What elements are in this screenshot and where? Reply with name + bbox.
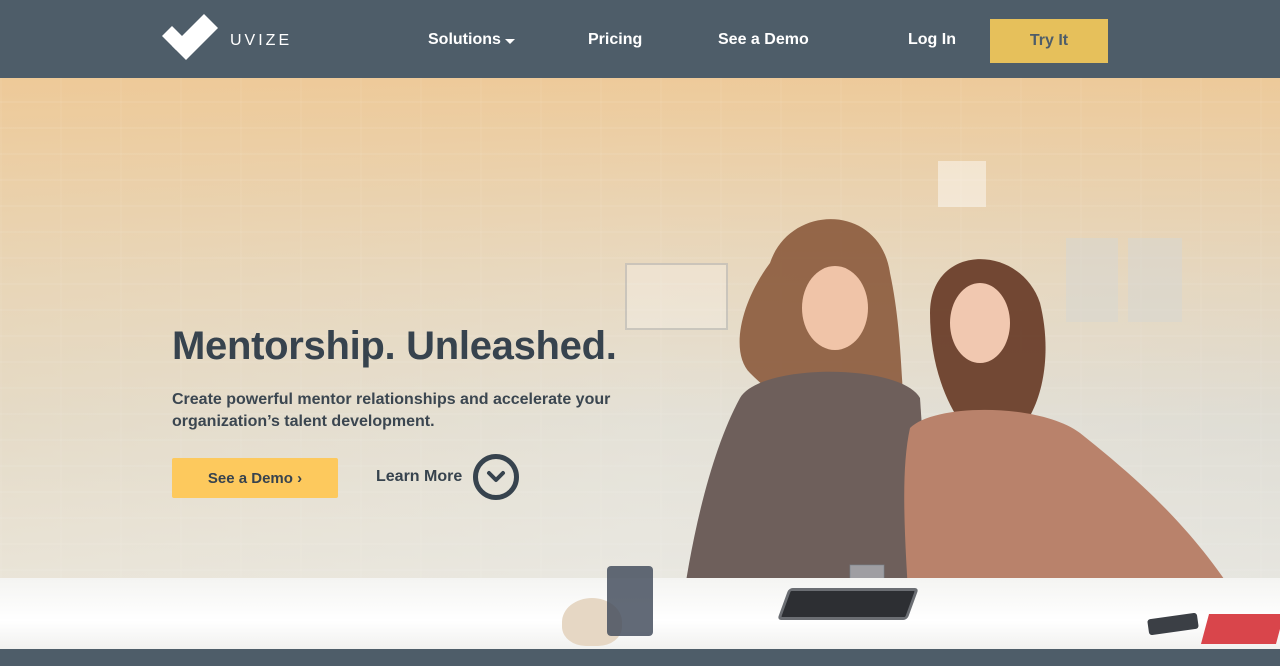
red-tray xyxy=(1200,614,1280,644)
nav-pricing[interactable]: Pricing xyxy=(588,29,642,51)
hero-content: Mentorship. Unleashed. Create powerful m… xyxy=(172,321,692,500)
uvize-logo-icon xyxy=(160,14,222,62)
nav-solutions[interactable]: Solutions xyxy=(428,29,515,51)
top-navbar: UVIZE Solutions Pricing See a Demo Log I… xyxy=(0,0,1280,78)
nav-log-in[interactable]: Log In xyxy=(908,29,956,51)
hero-subtitle: Create powerful mentor relationships and… xyxy=(172,391,611,430)
caret-down-icon xyxy=(504,38,515,44)
brand-logo[interactable]: UVIZE xyxy=(160,14,292,62)
see-a-demo-button[interactable]: See a Demo › xyxy=(172,458,338,498)
learn-more-link[interactable]: Learn More xyxy=(376,466,462,488)
next-section-strip xyxy=(0,649,1280,666)
nav-solutions-label: Solutions xyxy=(428,31,501,48)
hero-title: Mentorship. Unleashed. xyxy=(172,324,617,368)
tablet-device xyxy=(777,588,919,620)
brand-wordmark: UVIZE xyxy=(230,32,293,49)
wall-note xyxy=(938,161,986,207)
hero-people-photo xyxy=(680,219,1260,623)
pencil-cup xyxy=(607,566,653,636)
try-it-button[interactable]: Try It xyxy=(990,19,1108,63)
hero-cta-row: See a Demo › Learn More xyxy=(172,454,692,506)
hero-section: Mentorship. Unleashed. Create powerful m… xyxy=(0,78,1280,649)
nav-see-a-demo[interactable]: See a Demo xyxy=(718,29,809,51)
chevron-down-circle-icon[interactable] xyxy=(473,454,519,500)
